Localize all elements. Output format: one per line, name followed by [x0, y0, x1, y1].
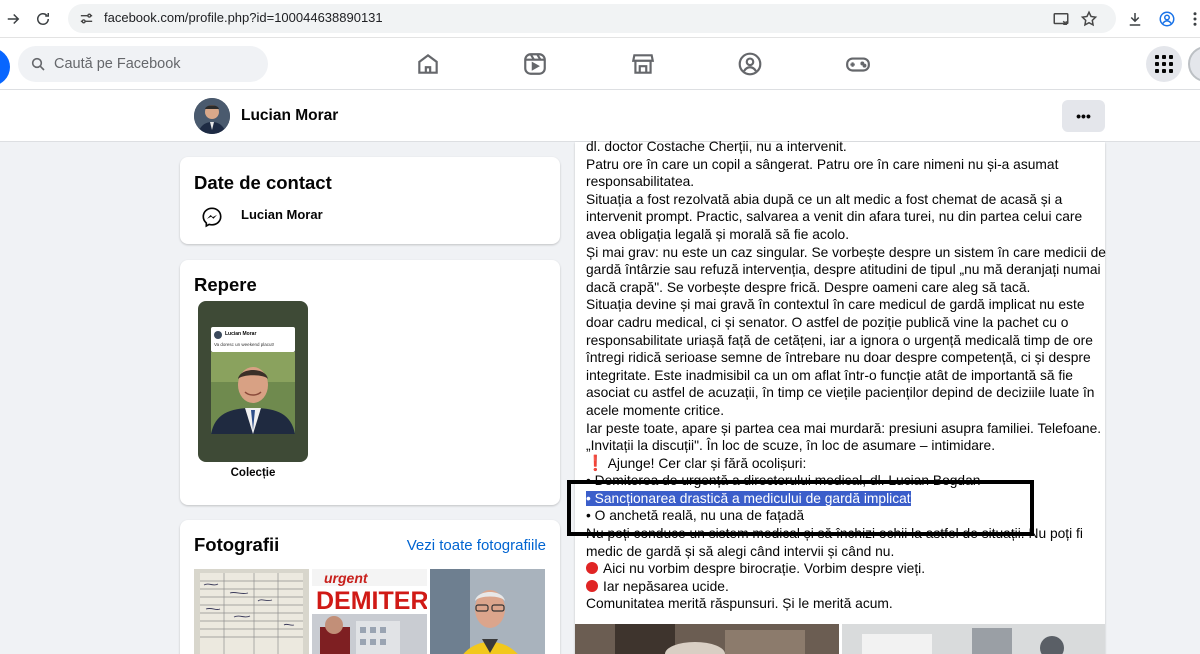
post-line: medic de gardă și să alegi când intervii…	[586, 543, 895, 559]
post-line: Și mai grav: nu este un caz singular. Se…	[586, 244, 1106, 260]
photos-card-title: Fotografii	[194, 534, 280, 555]
post-line: „Invitații la discuții". În loc de scuze…	[586, 438, 996, 454]
post-line: Patru ore în care un copil a sângerat. P…	[586, 156, 1059, 172]
post-demand-text: Ajunge! Cer clar și fără ocolișuri:	[607, 455, 807, 471]
newspaper-urgent-text: urgent	[324, 570, 369, 586]
contact-card-title: Date de contact	[194, 172, 332, 193]
chrome-menu-icon[interactable]	[1184, 8, 1200, 30]
site-info-icon[interactable]	[78, 10, 95, 27]
post-line: Situația devine și mai gravă în contextu…	[586, 297, 1085, 313]
messenger-icon	[202, 207, 222, 228]
annotation-rectangle	[567, 480, 1034, 536]
post-closing-line: Comunitatea merită răspunsuri. Și le mer…	[586, 596, 893, 612]
cast-icon[interactable]	[1052, 10, 1070, 28]
post-line: responsabilitatea.	[586, 174, 695, 190]
post-line: dacă crapă". Se vorbește despre frică. D…	[586, 279, 1031, 295]
story-author-name: Lucian Morar	[225, 331, 257, 337]
post-line: integritate. Este inadmisibil ca un om a…	[586, 367, 1073, 383]
post-photo-right[interactable]	[842, 624, 1105, 654]
marketplace-icon[interactable]	[630, 51, 656, 77]
photos-card: Fotografii Vezi toate fotografiile urgen…	[180, 520, 560, 654]
groups-icon[interactable]	[737, 51, 763, 77]
see-all-photos-link[interactable]: Vezi toate fotografiile	[407, 537, 546, 554]
photo-tile-portrait[interactable]	[430, 569, 545, 654]
post-demand-line: ❗ Ajunge! Cer clar și fără ocolișuri:	[586, 455, 1096, 473]
facebook-logo[interactable]	[0, 48, 10, 86]
story-post-text: Va doresc un weekend placut!	[214, 342, 274, 347]
profile-name[interactable]: Lucian Morar	[241, 107, 338, 125]
story-post-preview: Lucian Morar Va doresc un weekend placut…	[211, 327, 295, 352]
browser-toolbar: facebook.com/profile.php?id=100044638890…	[0, 0, 1200, 38]
profile-sticky-header: Lucian Morar •••	[0, 90, 1200, 142]
story-portrait-image	[211, 352, 295, 434]
star-icon[interactable]	[1080, 10, 1098, 28]
post-line: doar cadru medical, ci și senator. O ast…	[586, 314, 1069, 330]
more-options-button[interactable]: •••	[1062, 100, 1105, 132]
post-line: Situația a fost rezolvată abia după ce u…	[586, 191, 1063, 207]
gaming-icon[interactable]	[845, 51, 871, 77]
highlight-label: Colecție	[230, 467, 276, 479]
contact-card: Date de contact Lucian Morar	[180, 157, 560, 244]
profile-avatar[interactable]	[194, 98, 230, 134]
post-line: responsabilitate uriașă față de cetățeni…	[586, 332, 1093, 348]
address-bar[interactable]: facebook.com/profile.php?id=100044638890…	[68, 4, 1116, 33]
reload-icon[interactable]	[32, 8, 54, 30]
account-avatar[interactable]	[1188, 46, 1200, 82]
post-dot-line: Aici nu vorbim despre birocrație. Vorbim…	[586, 560, 1096, 578]
post-card: dl. doctor Costache Cherții, nu a interv…	[575, 139, 1106, 654]
red-circle-icon	[586, 579, 598, 592]
post-line: intervenit prompt. Practic, salvarea a v…	[586, 209, 1083, 225]
post-line: gardă întârzie sau refuză intervenția, d…	[586, 262, 1101, 278]
download-icon[interactable]	[1124, 8, 1146, 30]
facebook-navbar	[0, 38, 1200, 90]
forward-arrow-icon[interactable]	[2, 8, 24, 30]
post-line: asociat cu astfel de acuzații, în timp c…	[586, 385, 1095, 401]
search-box[interactable]	[18, 46, 268, 82]
highlights-card-title: Repere	[194, 274, 257, 295]
reels-icon[interactable]	[522, 51, 548, 77]
highlights-card: Repere Lucian Morar Va doresc un weekend…	[180, 260, 560, 505]
post-dot-text: Aici nu vorbim despre birocrație. Vorbim…	[603, 561, 926, 577]
profile-icon[interactable]	[1156, 8, 1178, 30]
post-line: Iar peste toate, apare și partea cea mai…	[586, 420, 1102, 436]
contact-messenger-name[interactable]: Lucian Morar	[241, 207, 323, 222]
highlight-story-thumbnail[interactable]: Lucian Morar Va doresc un weekend placut…	[198, 301, 308, 462]
exclamation-icon: ❗	[586, 454, 605, 472]
post-line: dl. doctor Costache Cherții, nu a interv…	[586, 139, 847, 154]
post-line: acele momente critice.	[586, 402, 725, 418]
menu-grid-icon[interactable]	[1146, 46, 1182, 82]
home-icon[interactable]	[415, 51, 441, 77]
post-body: dl. doctor Costache Cherții, nu a interv…	[586, 138, 1106, 613]
post-line: avea obligația legală și morală să fie a…	[586, 226, 850, 242]
post-dot-text: Iar nepăsarea ucide.	[603, 578, 729, 594]
story-author-avatar	[214, 331, 222, 339]
photo-tile-document[interactable]	[194, 569, 309, 654]
red-circle-icon	[586, 562, 598, 575]
newspaper-headline-text: DEMITER	[316, 587, 427, 615]
search-icon	[31, 57, 45, 71]
post-dot-line: Iar nepăsarea ucide.	[586, 578, 1096, 596]
search-input[interactable]	[54, 56, 254, 72]
post-line: întregi ridică serioase semne de întreba…	[586, 350, 1091, 366]
url-text: facebook.com/profile.php?id=100044638890…	[104, 10, 383, 25]
photo-tile-newspaper[interactable]: urgent DEMITER	[312, 569, 427, 654]
post-photo-left[interactable]	[575, 624, 839, 654]
